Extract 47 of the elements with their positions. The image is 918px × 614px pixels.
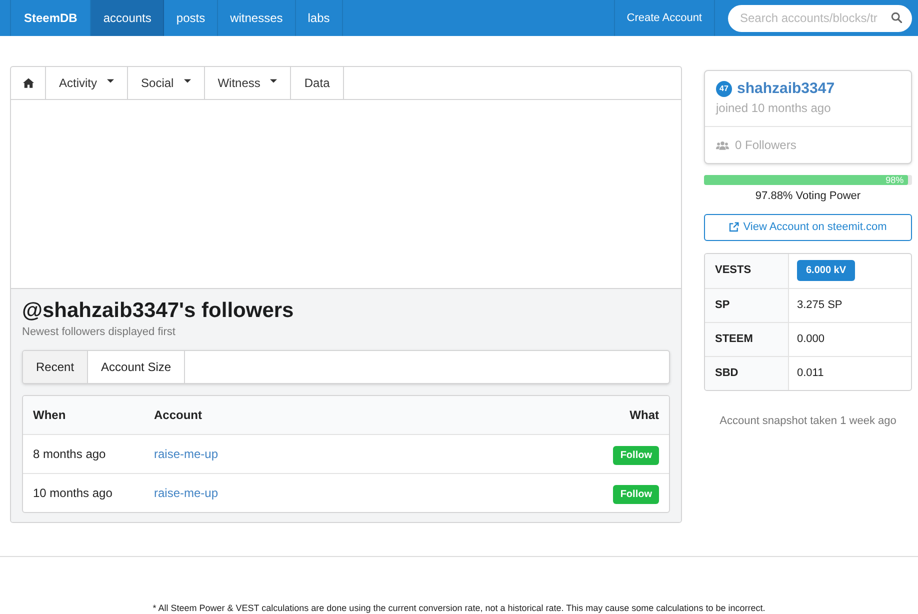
tab[interactable]: Data bbox=[291, 67, 344, 99]
balance-badge: 6.000 kV bbox=[797, 260, 856, 281]
sub-tab[interactable]: Recent bbox=[23, 351, 88, 383]
caret-icon bbox=[270, 79, 278, 83]
joined-text: joined 10 months ago bbox=[716, 100, 832, 116]
balance-label: VESTS bbox=[705, 254, 789, 288]
table-cell-text: 10 months ago bbox=[32, 485, 114, 502]
create-account-link[interactable]: Create Account bbox=[614, 0, 715, 36]
nav-tab[interactable]: witnesses bbox=[218, 0, 296, 36]
balance-value: 0.011 bbox=[797, 366, 824, 381]
nav-tab[interactable]: accounts bbox=[91, 0, 164, 36]
column-header: Account bbox=[153, 407, 203, 424]
account-link[interactable]: raise-me-up bbox=[154, 486, 218, 500]
column-header: When bbox=[32, 407, 67, 424]
view-account-button[interactable]: View Account on steemit.com bbox=[704, 214, 912, 240]
search-icon bbox=[891, 12, 902, 23]
balance-label: SBD bbox=[705, 356, 789, 390]
snapshot-note: Account snapshot taken 1 week ago bbox=[718, 414, 898, 428]
balance-label: SP bbox=[705, 288, 789, 322]
dropdown-tab[interactable]: Witness bbox=[204, 67, 292, 99]
home-icon bbox=[22, 78, 34, 88]
section-title: @shahzaib3347's followers bbox=[22, 298, 295, 324]
account-name-link[interactable]: shahzaib3347 bbox=[737, 79, 835, 99]
section-subtitle: Newest followers displayed first bbox=[22, 325, 176, 339]
footer-note: * All Steem Power & VEST calculations are done using the current conversion rate, not a historical rate. This may cause some calculations to be incorrect. bbox=[152, 603, 766, 613]
reputation-badge: 47 bbox=[716, 81, 732, 97]
dropdown-tab[interactable]: Activity bbox=[46, 67, 128, 99]
follow-label: Follow bbox=[613, 485, 659, 504]
nav-tab[interactable]: labs bbox=[296, 0, 343, 36]
account-link[interactable]: raise-me-up bbox=[154, 447, 218, 461]
search-field[interactable]: Search accounts/blocks/tr bbox=[728, 4, 912, 32]
balance-value: 3.275 SP bbox=[797, 298, 842, 313]
percent-label: 98% bbox=[886, 175, 904, 185]
column-header: What bbox=[628, 407, 660, 424]
dropdown-tab[interactable]: Social bbox=[128, 67, 205, 99]
balance-label: STEEM bbox=[705, 322, 789, 356]
table-cell-text: 8 months ago bbox=[32, 446, 107, 463]
users-icon bbox=[716, 140, 729, 150]
nav-tab[interactable]: posts bbox=[164, 0, 218, 36]
caret-icon bbox=[107, 79, 114, 83]
balance-value: 0.000 bbox=[797, 332, 825, 347]
followers-count: 0 Followers bbox=[735, 137, 796, 154]
voting-power-text: 97.88% Voting Power bbox=[754, 189, 862, 204]
follow-label: Follow bbox=[613, 446, 659, 465]
external-link-icon bbox=[729, 222, 740, 232]
caret-icon bbox=[184, 79, 191, 83]
sub-tab[interactable]: Account Size bbox=[88, 351, 186, 383]
